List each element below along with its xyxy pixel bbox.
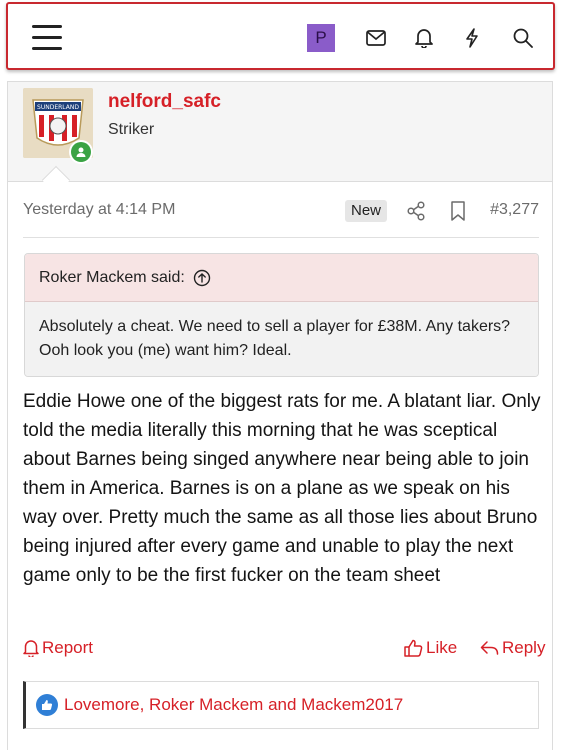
like-button[interactable]: Like <box>404 638 457 658</box>
lightning-icon[interactable] <box>460 26 484 50</box>
like-reaction-icon <box>36 694 58 716</box>
account-avatar[interactable]: P <box>307 24 335 52</box>
avatar-crest-text: SUNDERLAND <box>37 104 79 111</box>
reactions-bar[interactable]: Lovemore, Roker Mackem and Mackem2017 <box>23 681 539 729</box>
post-timestamp[interactable]: Yesterday at 4:14 PM <box>23 201 175 219</box>
message-notch <box>41 165 71 195</box>
reactions-names[interactable]: Lovemore, Roker Mackem and Mackem2017 <box>64 695 403 715</box>
user-title: Striker <box>108 121 155 138</box>
post-message: Eddie Howe one of the biggest rats for m… <box>23 391 541 586</box>
meta-divider <box>23 237 539 238</box>
share-icon[interactable] <box>405 200 427 222</box>
post-user-block: SUNDERLAND nelford_safc Striker <box>8 82 552 195</box>
bell-icon[interactable] <box>412 26 436 50</box>
new-badge: New <box>345 200 388 222</box>
report-button[interactable]: Report <box>23 638 93 658</box>
reply-button[interactable]: Reply <box>480 638 545 658</box>
reply-arrow-icon <box>480 641 499 655</box>
mail-icon[interactable] <box>364 26 388 50</box>
report-label: Report <box>42 638 94 657</box>
arrow-up-circle-icon[interactable] <box>193 269 211 287</box>
top-navbar: P <box>6 2 555 70</box>
bookmark-icon[interactable] <box>447 200 469 222</box>
post-number[interactable]: #3,277 <box>490 201 539 219</box>
quote-author[interactable]: Roker Mackem said: <box>39 269 185 287</box>
bell-outline-icon <box>23 640 39 657</box>
post-username[interactable]: nelford_safc <box>108 91 221 113</box>
post-actions: Report Like Reply <box>23 638 545 662</box>
menu-icon[interactable] <box>32 25 62 51</box>
forum-post: SUNDERLAND nelford_safc Striker Yesterda… <box>7 81 553 750</box>
reply-label: Reply <box>502 638 546 657</box>
like-label: Like <box>426 638 458 657</box>
online-status-icon <box>69 140 93 164</box>
thumbs-up-icon <box>404 639 423 657</box>
quote-text: Absolutely a cheat. We need to sell a pl… <box>25 302 538 376</box>
search-icon[interactable] <box>511 26 535 50</box>
post-meta: Yesterday at 4:14 PM New #3,277 <box>23 200 539 230</box>
quote-header[interactable]: Roker Mackem said: <box>25 254 538 302</box>
quote-block: Roker Mackem said: Absolutely a cheat. W… <box>24 253 539 377</box>
